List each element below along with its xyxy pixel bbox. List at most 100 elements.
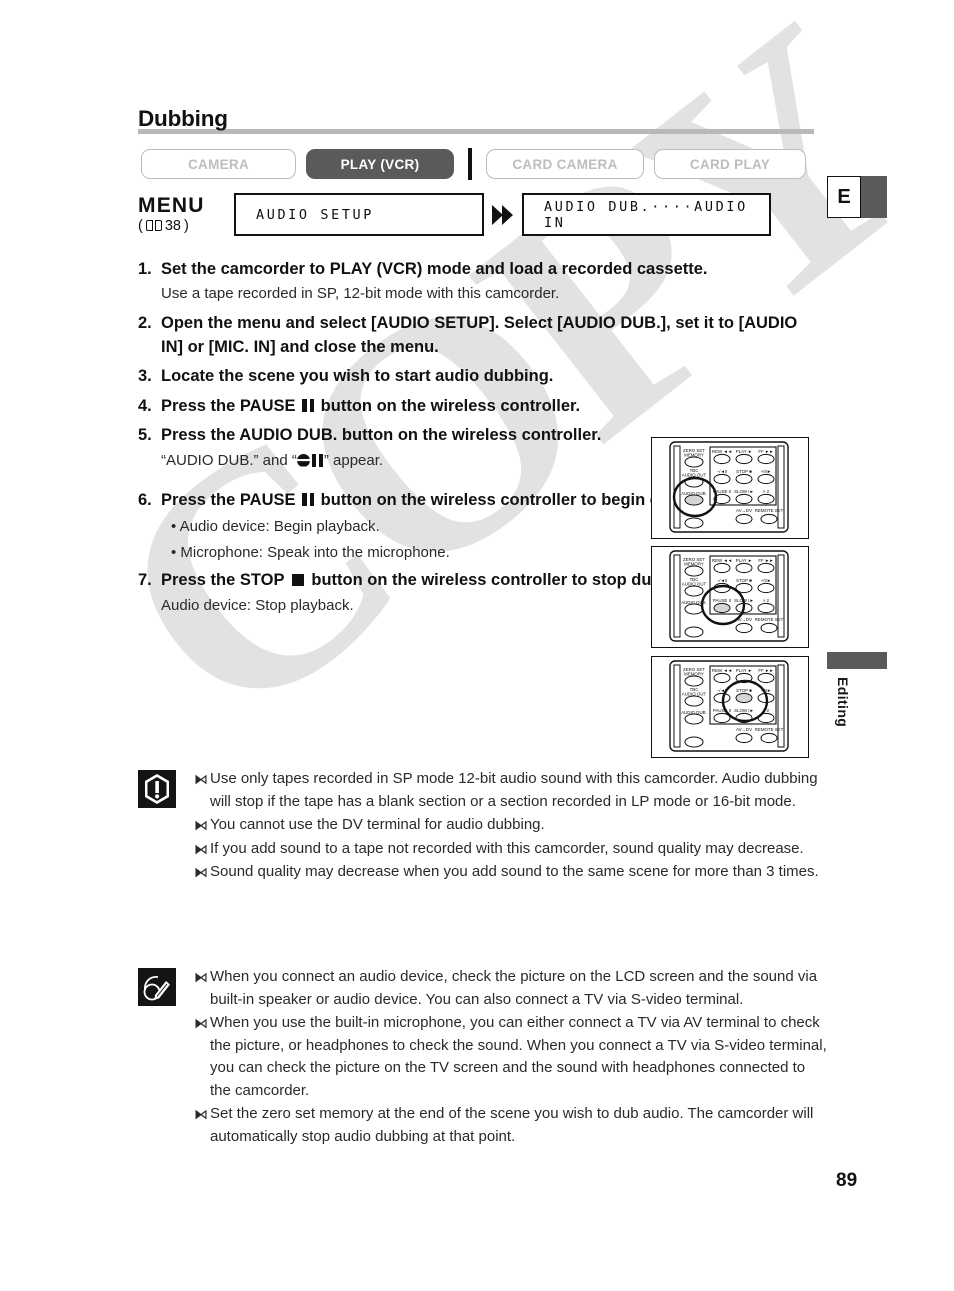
step-text: Press the AUDIO DUB. button on the wirel… — [161, 426, 602, 445]
menu-label-block: MENU ( 38 ) — [138, 193, 234, 234]
step-text-before: Press the STOP — [161, 571, 289, 590]
info-notice-items: ⧑ When you connect an audio device, chec… — [194, 966, 828, 1149]
circle-bullet-icon: ⧑ — [194, 864, 208, 880]
note-pencil-icon — [138, 968, 176, 1006]
audio-dub-pause-icon — [296, 453, 324, 467]
svg-text:AV→DV: AV→DV — [736, 508, 752, 513]
svg-text:REMOTE SET: REMOTE SET — [755, 727, 784, 732]
svg-text:REW ◄◄: REW ◄◄ — [712, 558, 732, 563]
svg-text:STOP ■: STOP ■ — [736, 578, 752, 583]
step-text: Press the PAUSE button on the wireless c… — [161, 395, 580, 418]
svg-text:+/II►: +/II► — [761, 469, 772, 474]
notice-item: ⧑ Set the zero set memory at the end of … — [194, 1103, 828, 1148]
step-number: 4. — [138, 396, 152, 415]
remote-pause-figure: ZERO SET MEMORY TBC AUDIO OUT AUDIO DUB. R… — [651, 546, 809, 648]
circle-bullet-icon: ⧑ — [194, 1106, 208, 1122]
menu-box-audio-setup[interactable]: AUDIO SETUP — [234, 193, 484, 236]
pause-icon — [302, 398, 315, 412]
page-title: Dubbing — [138, 106, 228, 131]
notice-item: ⧑ You cannot use the DV terminal for aud… — [194, 814, 828, 837]
step-number: 6. — [138, 490, 152, 509]
circle-bullet-icon: ⧑ — [194, 969, 208, 985]
svg-text:STOP ■: STOP ■ — [736, 469, 752, 474]
step-text-after: button on the wireless controller to sto… — [306, 571, 701, 590]
double-chevron-right-icon — [484, 193, 522, 236]
title-rule — [138, 129, 814, 134]
svg-text:× 2: × 2 — [763, 489, 770, 494]
step-text-before: Press the PAUSE — [161, 396, 301, 415]
svg-text:−/◄II: −/◄II — [717, 469, 728, 474]
notice-item: ⧑ When you connect an audio device, chec… — [194, 966, 828, 1011]
warning-notice: ⧑ Use only tapes recorded in SP mode 12-… — [138, 768, 828, 885]
svg-text:−/◄II: −/◄II — [717, 578, 728, 583]
notice-item: ⧑ Use only tapes recorded in SP mode 12-… — [194, 768, 828, 813]
svg-text:PLAY ►: PLAY ► — [736, 558, 752, 563]
step-item: 1. Set the camcorder to PLAY (VCR) mode … — [138, 258, 814, 281]
svg-text:PLAY ►: PLAY ► — [736, 668, 752, 673]
step-text-after: button on the wireless controller. — [316, 396, 581, 415]
step-text: Press the PAUSE button on the wireless c… — [161, 489, 719, 512]
circle-bullet-icon: ⧑ — [194, 840, 208, 857]
section-tab: Editing — [827, 652, 887, 727]
pause-icon — [302, 492, 315, 506]
language-tab-bar — [861, 176, 887, 218]
svg-text:SLOW I►: SLOW I► — [734, 489, 754, 494]
step-text-before: Press the PAUSE — [161, 490, 301, 509]
notice-item: ⧑ Sound quality may decrease when you ad… — [194, 861, 828, 884]
svg-text:STOP ■: STOP ■ — [736, 688, 752, 693]
circle-bullet-icon: ⧑ — [194, 817, 208, 833]
mode-button-play-vcr[interactable]: PLAY (VCR) — [306, 149, 454, 179]
svg-text:× 2: × 2 — [763, 598, 770, 603]
book-icon — [145, 220, 162, 232]
section-tab-bar — [827, 652, 887, 669]
language-tab-letter: E — [827, 176, 861, 218]
menu-ref-open-paren: ( — [138, 218, 143, 234]
notice-text: If you add sound to a tape not recorded … — [210, 839, 804, 857]
svg-text:REMOTE SET: REMOTE SET — [755, 617, 784, 622]
manual-page: Dubbing CAMERA PLAY (VCR) CARD CAMERA CA… — [0, 0, 954, 1291]
mode-button-camera[interactable]: CAMERA — [141, 149, 296, 179]
notice-text: Sound quality may decrease when you add … — [210, 863, 819, 880]
svg-text:REMOTE SET: REMOTE SET — [755, 508, 784, 513]
mode-button-card-camera[interactable]: CARD CAMERA — [486, 149, 644, 179]
svg-text:FF ►►: FF ►► — [758, 558, 773, 563]
menu-ref-close-paren: ) — [183, 218, 189, 234]
warning-exclamation-icon — [138, 770, 176, 808]
step-item: 2. Open the menu and select [AUDIO SETUP… — [138, 312, 814, 359]
page-header: Dubbing — [138, 106, 814, 134]
step-text: Locate the scene you wish to start audio… — [161, 367, 554, 386]
mode-selector-row: CAMERA PLAY (VCR) CARD CAMERA CARD PLAY — [141, 148, 806, 180]
circle-bullet-icon: ⧑ — [194, 771, 208, 787]
menu-box-audio-dub[interactable]: AUDIO DUB.····AUDIO IN — [522, 193, 771, 236]
notice-text: Use only tapes recorded in SP mode 12-bi… — [210, 770, 818, 810]
mode-button-card-play[interactable]: CARD PLAY — [654, 149, 806, 179]
svg-text:REW ◄◄: REW ◄◄ — [712, 668, 732, 673]
step-note-after: ” appear. — [323, 451, 384, 469]
menu-path-row: MENU ( 38 ) AUDIO SETUP AUDIO DUB.····AU… — [138, 193, 771, 236]
step-text: Open the menu and select [AUDIO SETUP]. … — [161, 314, 798, 356]
step-text: Press the STOP button on the wireless co… — [161, 569, 701, 592]
menu-word: MENU — [138, 194, 205, 217]
svg-text:PLAY ►: PLAY ► — [736, 449, 752, 454]
notice-text: When you connect an audio device, check … — [210, 968, 818, 1008]
language-tab: E — [827, 176, 887, 218]
notice-text: When you use the built-in microphone, yo… — [210, 1014, 827, 1099]
step-number: 3. — [138, 367, 152, 386]
svg-text:+/II►: +/II► — [761, 578, 772, 583]
step-text: Set the camcorder to PLAY (VCR) mode and… — [161, 260, 708, 278]
svg-text:FF ►►: FF ►► — [758, 449, 773, 454]
step-number: 2. — [138, 314, 152, 333]
remote-audio-dub-figure: ZERO SET MEMORY TBC AUDIO OUT AUDIO DUB. R… — [651, 437, 809, 539]
mode-divider — [468, 148, 472, 180]
step-number: 5. — [138, 426, 152, 445]
section-tab-label: Editing — [835, 677, 851, 728]
step-number: 1. — [138, 260, 152, 278]
svg-text:PAUSE II: PAUSE II — [713, 598, 731, 603]
notice-text: Set the zero set memory at the end of th… — [210, 1105, 814, 1145]
svg-text:SLOW I►: SLOW I► — [734, 708, 754, 713]
step-note: Use a tape recorded in SP, 12-bit mode w… — [161, 285, 560, 303]
svg-text:PAUSE II: PAUSE II — [713, 708, 731, 713]
svg-text:REW ◄◄: REW ◄◄ — [712, 449, 732, 454]
svg-text:AV→DV: AV→DV — [736, 727, 752, 732]
step-item: 4. Press the PAUSE button on the wireles… — [138, 395, 814, 418]
